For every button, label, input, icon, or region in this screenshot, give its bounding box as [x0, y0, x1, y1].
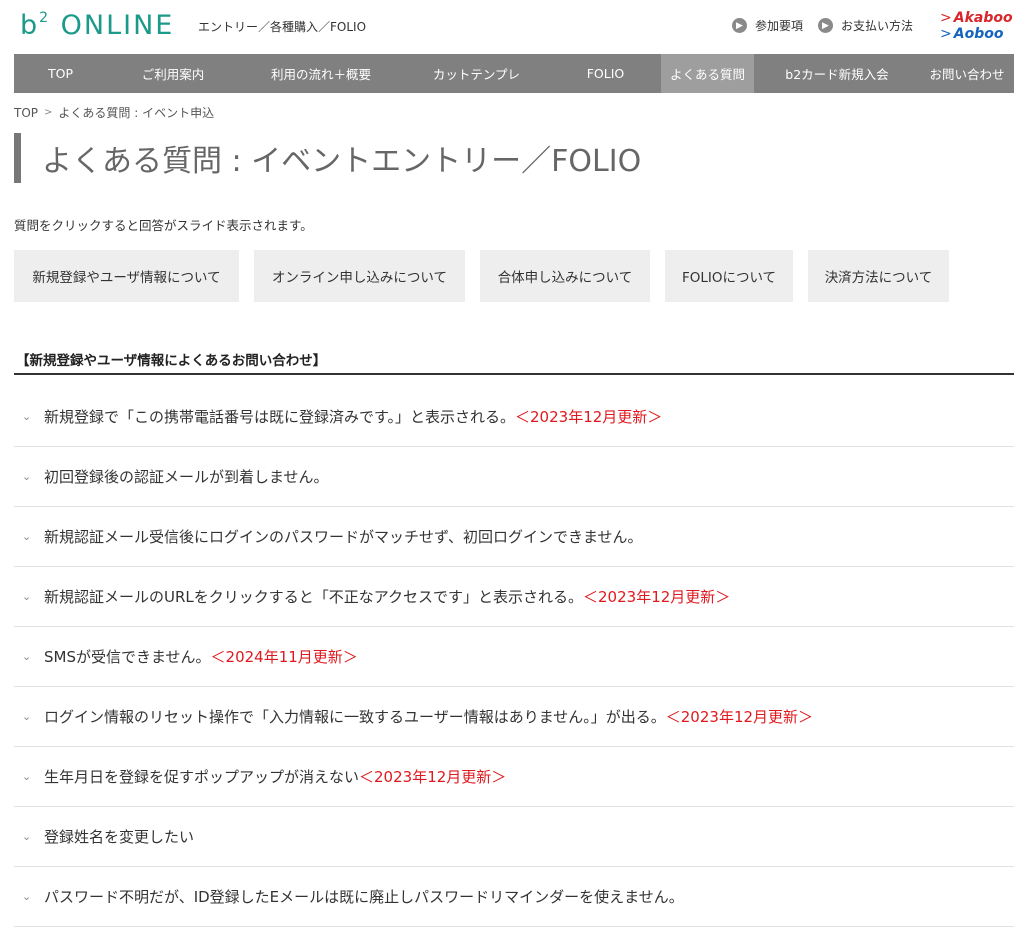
nav-item-top[interactable]: TOP: [14, 54, 107, 93]
faq-item[interactable]: ⌄ 新規認証メール受信後にログインのパスワードがマッチせず、初回ログインできません…: [14, 507, 1014, 567]
chevron-right-icon: >: [940, 26, 952, 42]
chevron-right-icon: >: [44, 107, 53, 118]
nav-item-cut-template[interactable]: カットテンプレ: [403, 54, 550, 93]
faq-list: ⌄ 新規登録で「この携帯電話番号は既に登録済みです。」と表示される。 ＜2023年1…: [14, 387, 1014, 927]
category-button-folio[interactable]: FOLIOについて: [665, 250, 793, 302]
main-nav: TOP ご利用案内 利用の流れ＋概要 カットテンプレ FOLIO よくある質問 …: [14, 54, 1014, 93]
faq-question: 生年月日を登録を促すポップアップが消えない: [44, 768, 360, 786]
faq-question: 初回登録後の認証メールが到着しません。: [44, 468, 329, 486]
logo-superscript: 2: [39, 10, 51, 26]
brand-akaboo: Akaboo: [953, 10, 1013, 26]
chevron-down-icon: ⌄: [22, 410, 32, 423]
breadcrumb-home[interactable]: TOP: [14, 106, 38, 120]
brand-aoboo-link[interactable]: > Aoboo: [940, 26, 1013, 42]
brand-akaboo-link[interactable]: > Akaboo: [940, 10, 1013, 26]
chevron-down-icon: ⌄: [22, 770, 32, 783]
faq-item[interactable]: ⌄ 新規認証メールのURLをクリックすると「不正なアクセスです」と表示される。 ＜2…: [14, 567, 1014, 627]
brand-logos: > Akaboo > Aoboo: [940, 10, 1013, 42]
faq-item[interactable]: ⌄ 生年月日を登録を促すポップアップが消えない ＜2023年12月更新＞: [14, 747, 1014, 807]
faq-item[interactable]: ⌄ 初回登録後の認証メールが到着しません。: [14, 447, 1014, 507]
faq-question: SMSが受信できません。: [44, 648, 211, 666]
faq-update-badge: ＜2023年12月更新＞: [359, 768, 507, 786]
faq-update-badge: ＜2023年12月更新＞: [665, 708, 814, 726]
chevron-right-icon: >: [940, 10, 952, 26]
logo-text-rest: ONLINE: [50, 10, 175, 41]
faq-question: 新規登録で「この携帯電話番号は既に登録済みです。」と表示される。: [44, 408, 516, 426]
faq-item[interactable]: ⌄ 新規登録で「この携帯電話番号は既に登録済みです。」と表示される。 ＜2023年1…: [14, 387, 1014, 447]
page-title: よくある質問 : イベントエントリー／FOLIO: [42, 144, 642, 179]
faq-question: 登録姓名を変更したい: [44, 828, 195, 846]
faq-question: 新規認証メール受信後にログインのパスワードがマッチせず、初回ログインできません。: [44, 528, 643, 546]
faq-question: パスワード不明だが、ID登録したEメールは既に廃止しパスワードリマインダーを使え…: [44, 888, 684, 906]
faq-item[interactable]: ⌄ ログイン情報のリセット操作で「入力情報に一致するユーザー情報はありません。」が…: [14, 687, 1014, 747]
chevron-down-icon: ⌄: [22, 830, 32, 843]
section-title: 【新規登録やユーザ情報によくあるお問い合わせ】: [16, 353, 327, 369]
chevron-down-icon: ⌄: [22, 470, 32, 483]
header-link-label: 参加要項: [755, 19, 804, 33]
chevron-right-circle-icon: ▶: [818, 18, 833, 33]
faq-question: ログイン情報のリセット操作で「入力情報に一致するユーザー情報はありません。」が出…: [44, 708, 666, 726]
nav-item-flow[interactable]: 利用の流れ＋概要: [239, 54, 403, 93]
breadcrumb-current: よくある質問 : イベント申込: [58, 106, 215, 120]
nav-item-contact[interactable]: お問い合わせ: [920, 54, 1014, 93]
chevron-down-icon: ⌄: [22, 710, 32, 723]
header-link-guidelines[interactable]: ▶ 参加要項: [732, 17, 803, 34]
nav-item-b2card[interactable]: b2カード新規入会: [754, 54, 920, 93]
nav-item-folio[interactable]: FOLIO: [550, 54, 661, 93]
title-accent-bar: [14, 133, 21, 183]
faq-item[interactable]: ⌄ 登録姓名を変更したい: [14, 807, 1014, 867]
site-header: b2 ONLINE エントリー／各種購入／FOLIO ▶ 参加要項 ▶ お支払い…: [0, 0, 1032, 54]
faq-update-badge: ＜2023年12月更新＞: [583, 588, 731, 606]
faq-item[interactable]: ⌄ パスワード不明だが、ID登録したEメールは既に廃止しパスワードリマインダーを使…: [14, 867, 1014, 927]
section-divider: [14, 373, 1014, 375]
category-button-joint-application[interactable]: 合体申し込みについて: [480, 250, 650, 302]
site-subtitle: エントリー／各種購入／FOLIO: [198, 20, 367, 34]
logo-text: b: [20, 10, 40, 41]
category-buttons: 新規登録やユーザ情報について オンライン申し込みについて 合体申し込みについて …: [14, 250, 964, 302]
category-button-payment[interactable]: 決済方法について: [808, 250, 949, 302]
faq-item[interactable]: ⌄ SMSが受信できません。 ＜2024年11月更新＞: [14, 627, 1014, 687]
chevron-down-icon: ⌄: [22, 650, 32, 663]
brand-aoboo: Aoboo: [953, 26, 1004, 42]
category-button-registration[interactable]: 新規登録やユーザ情報について: [14, 250, 239, 302]
chevron-down-icon: ⌄: [22, 530, 32, 543]
intro-text: 質問をクリックすると回答がスライド表示されます。: [14, 218, 313, 233]
chevron-down-icon: ⌄: [22, 890, 32, 903]
nav-item-faq[interactable]: よくある質問: [661, 54, 754, 93]
faq-question: 新規認証メールのURLをクリックすると「不正なアクセスです」と表示される。: [44, 588, 584, 606]
chevron-down-icon: ⌄: [22, 590, 32, 603]
site-logo[interactable]: b2 ONLINE: [20, 10, 174, 41]
chevron-right-circle-icon: ▶: [732, 18, 747, 33]
faq-update-badge: ＜2023年12月更新＞: [515, 408, 663, 426]
nav-item-guide[interactable]: ご利用案内: [107, 54, 239, 93]
header-link-payment[interactable]: ▶ お支払い方法: [818, 17, 913, 34]
breadcrumb: TOP > よくある質問 : イベント申込: [14, 104, 214, 121]
header-link-label: お支払い方法: [841, 19, 914, 33]
faq-update-badge: ＜2024年11月更新＞: [210, 648, 358, 666]
category-button-online-application[interactable]: オンライン申し込みについて: [254, 250, 465, 302]
